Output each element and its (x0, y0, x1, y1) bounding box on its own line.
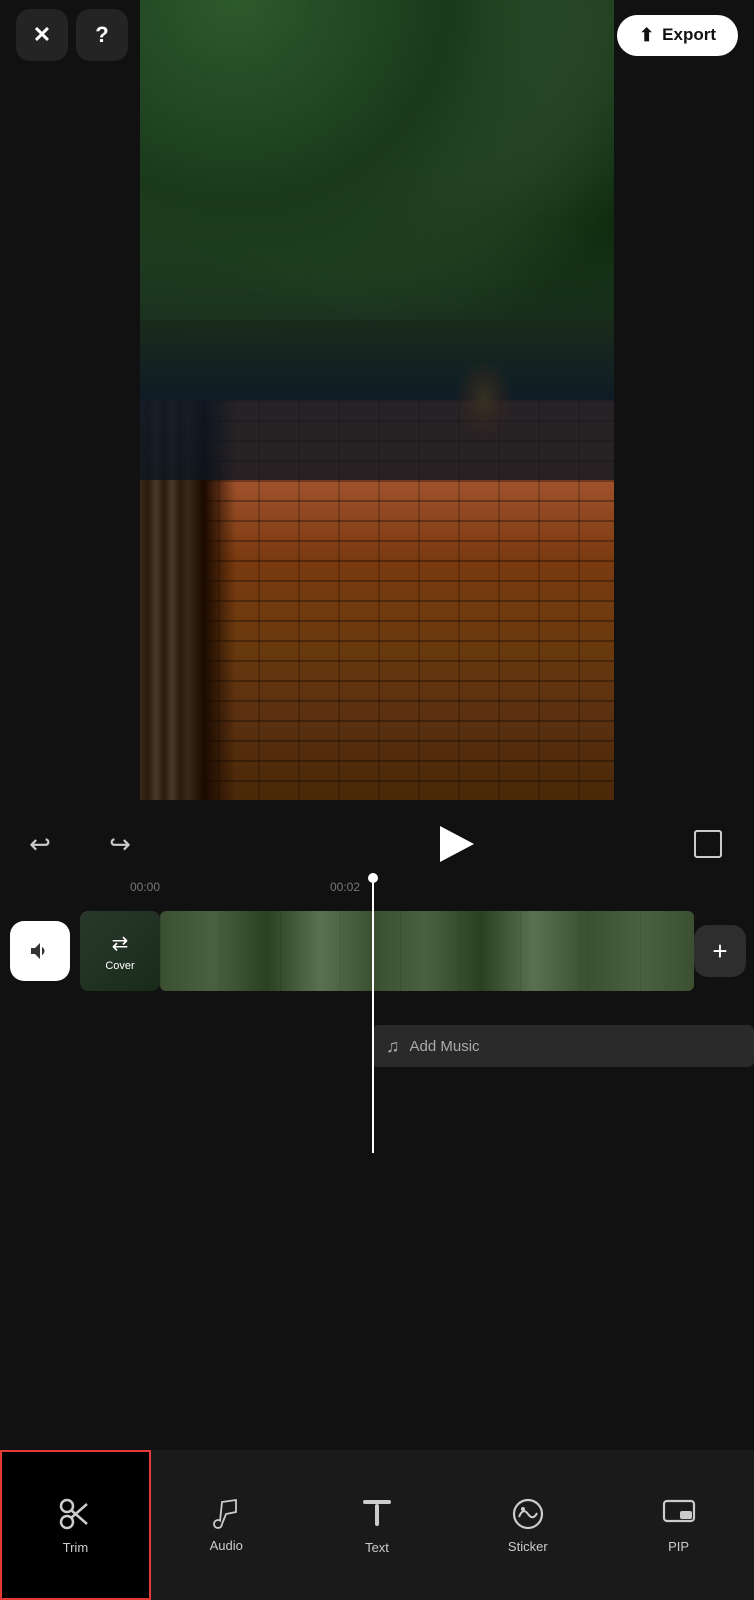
volume-button[interactable] (10, 921, 70, 981)
video-strip-frames (160, 911, 694, 991)
pip-icon (662, 1497, 696, 1531)
video-preview (140, 0, 614, 800)
timeline-track: ⇄ Cover + (0, 901, 754, 1001)
timeline-timestamps: 00:00 00:02 (130, 873, 754, 901)
sticker-label: Sticker (508, 1539, 548, 1554)
add-music-label: Add Music (410, 1038, 480, 1055)
tool-sticker[interactable]: Sticker (452, 1450, 603, 1600)
add-music-row[interactable]: ♫ Add Music (372, 1025, 754, 1067)
video-strip[interactable] (160, 911, 694, 991)
top-bar: ✕ ? ⬆ Export (0, 0, 754, 70)
play-icon (440, 826, 474, 862)
timestamp-2: 00:02 (330, 880, 360, 894)
close-button[interactable]: ✕ (16, 9, 68, 61)
cover-thumbnail[interactable]: ⇄ Cover (80, 911, 160, 991)
fence (140, 400, 300, 800)
play-button[interactable] (160, 814, 754, 874)
fullscreen-button[interactable] (678, 814, 738, 874)
audio-label: Audio (210, 1538, 243, 1553)
cover-arrow-icon: ⇄ (112, 931, 129, 956)
bottom-toolbar: Trim Audio Text Sticker PIP (0, 1450, 754, 1600)
tool-pip[interactable]: PIP (603, 1450, 754, 1600)
trim-label: Trim (63, 1540, 89, 1555)
music-icon: ♫ (386, 1036, 400, 1057)
scissors-icon (57, 1496, 93, 1532)
export-label: Export (662, 25, 716, 45)
timeline-area: 00:00 / 00:10 00:00 00:02 ⇄ Cover + ♫ Ad… (0, 873, 754, 1153)
tool-audio[interactable]: Audio (151, 1450, 302, 1600)
volume-icon (28, 939, 52, 963)
fullscreen-icon (694, 830, 722, 858)
pip-label: PIP (668, 1539, 689, 1554)
redo-button[interactable]: ↪ (80, 814, 160, 874)
add-clip-button[interactable]: + (694, 925, 746, 977)
text-label: Text (365, 1540, 389, 1555)
export-button[interactable]: ⬆ Export (617, 15, 738, 56)
text-icon (361, 1496, 393, 1532)
export-icon: ⬆ (639, 25, 654, 46)
lantern-glow (454, 360, 514, 440)
timestamp-0: 00:00 (130, 880, 160, 894)
cover-label: Cover (105, 960, 134, 972)
undo-button[interactable]: ↩ (0, 814, 80, 874)
tool-trim[interactable]: Trim (0, 1450, 151, 1600)
sticker-icon (511, 1497, 545, 1531)
tool-text[interactable]: Text (302, 1450, 453, 1600)
video-background (140, 0, 614, 800)
top-left-buttons: ✕ ? (16, 9, 128, 61)
help-button[interactable]: ? (76, 9, 128, 61)
playhead (372, 873, 374, 1153)
controls-bar: ↩ ↪ (0, 808, 754, 880)
audio-icon (210, 1498, 242, 1530)
